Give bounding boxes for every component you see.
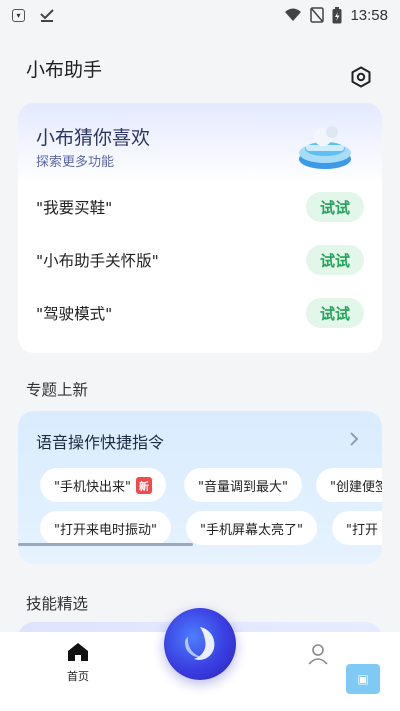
topic-card[interactable]: 语音操作快捷指令 "手机快出来" 新 "音量调到最大" "创建便签 "打开来电时… — [18, 411, 382, 564]
guess-card-title: 小布猜你喜欢 — [36, 127, 151, 149]
assistant-logo-icon — [185, 627, 215, 660]
watermark-logo-icon: ▣ — [346, 664, 380, 694]
guess-item[interactable]: "驾驶模式" 试试 — [36, 295, 364, 331]
nav-home-label: 首页 — [67, 670, 89, 683]
guess-item[interactable]: "小布助手关怀版" 试试 — [36, 242, 364, 278]
guess-item-text: "我要买鞋" — [36, 199, 113, 217]
wifi-icon — [285, 8, 302, 21]
shortcut-pill[interactable]: "打开来电时振动" — [40, 511, 171, 545]
status-time: 13:58 — [350, 6, 388, 24]
guess-item-text: "小布助手关怀版" — [36, 252, 159, 270]
battery-icon — [332, 6, 342, 23]
shortcut-text: "音量调到最大" — [198, 479, 288, 495]
try-button[interactable]: 试试 — [306, 298, 364, 328]
profile-icon — [308, 644, 328, 665]
no-sim-icon — [310, 7, 325, 23]
status-bar: ▾ 13:58 — [0, 0, 400, 30]
shortcut-pill[interactable]: "创建便签 — [316, 468, 382, 502]
shortcut-pill[interactable]: "手机快出来" 新 — [40, 468, 166, 502]
nav-profile[interactable] — [306, 642, 334, 670]
horizontal-scrollbar[interactable] — [18, 543, 193, 546]
new-badge: 新 — [135, 476, 152, 494]
page-title: 小布助手 — [26, 59, 103, 81]
section-title-topics: 专题上新 — [26, 381, 89, 399]
shortcut-text: "打开 — [346, 522, 378, 538]
watermark: ▣ — [346, 662, 380, 696]
nav-home[interactable]: 首页 — [58, 642, 98, 684]
try-button[interactable]: 试试 — [306, 192, 364, 222]
shortcut-pill[interactable]: "音量调到最大" — [184, 468, 302, 502]
guess-item-text: "驾驶模式" — [36, 305, 113, 323]
chevron-right-icon[interactable] — [348, 431, 360, 447]
try-button[interactable]: 试试 — [306, 245, 364, 275]
shortcut-pill[interactable]: "打开 — [332, 511, 382, 545]
download-done-icon — [40, 9, 54, 22]
guess-item[interactable]: "我要买鞋" 试试 — [36, 189, 364, 225]
shield-icon: ▾ — [12, 8, 25, 22]
home-icon — [68, 643, 88, 661]
section-title-skills: 技能精选 — [26, 595, 89, 613]
shortcut-text: "打开来电时振动" — [54, 522, 157, 538]
shortcut-text: "创建便签 — [330, 479, 382, 495]
shortcut-text: "手机屏幕太亮了" — [200, 522, 303, 538]
shortcut-text: "手机快出来" — [54, 479, 131, 495]
guess-you-like-card: 小布猜你喜欢 探索更多功能 "我要买鞋" 试试 "小布助手关怀版" 试试 "驾驶… — [18, 103, 382, 353]
topic-card-title: 语音操作快捷指令 — [36, 433, 165, 452]
guess-card-subtitle[interactable]: 探索更多功能 — [36, 151, 114, 170]
shortcut-pill[interactable]: "手机屏幕太亮了" — [186, 511, 317, 545]
voice-assistant-button[interactable] — [164, 608, 236, 680]
settings-icon[interactable] — [350, 66, 372, 88]
assistant-hero-icon — [299, 126, 351, 169]
